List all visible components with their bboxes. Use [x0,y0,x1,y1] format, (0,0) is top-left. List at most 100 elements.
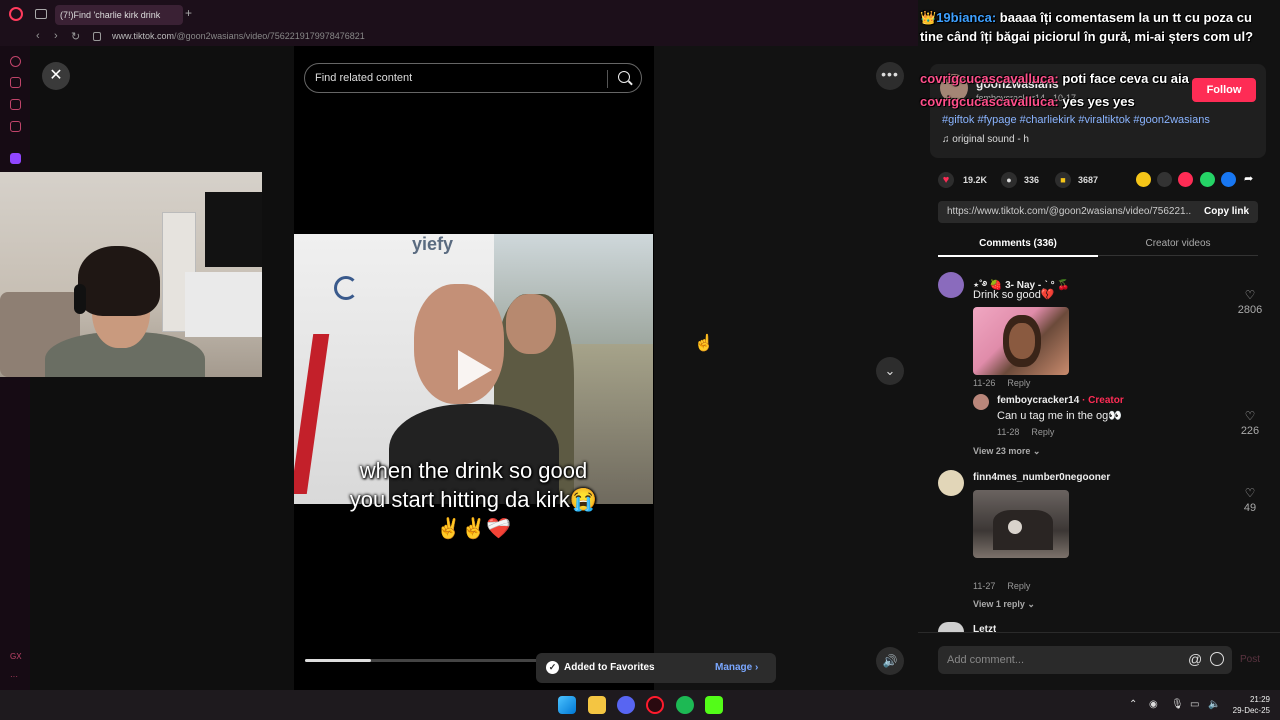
whatsapp-icon[interactable] [1200,172,1215,187]
related-search[interactable]: Find related content [304,63,642,93]
comment-author[interactable]: finn4mes_number0negooner [973,472,1110,483]
microphone-icon[interactable]: 🎙 [1171,699,1184,710]
gx-label[interactable]: GX [10,652,22,661]
spotify-icon[interactable] [676,696,694,714]
avatar[interactable] [938,622,964,632]
send-icon[interactable] [1178,172,1193,187]
save-count: 3687 [1078,175,1099,185]
url-host: www.tiktok.com [112,31,175,41]
comment-author[interactable]: femboycracker14 · Creator [997,395,1124,406]
discord-icon[interactable] [617,696,635,714]
post-sound[interactable]: ♫ original sound - h [942,134,1029,145]
add-comment-input[interactable]: Add comment... [947,654,1024,666]
post-button[interactable]: Post [1240,654,1260,665]
post-hashtags[interactable]: #giftok #fypage #charliekirk #viraltikto… [942,114,1210,126]
clock-date: 29-Dec-25 [1232,706,1270,715]
opera-logo-icon[interactable] [9,7,23,21]
more-icon[interactable]: ··· [10,672,18,681]
chat-line-4: covrigcucascavalluca: yes yes yes [920,94,1135,109]
history-icon[interactable] [10,56,21,67]
caption-emoji: ✌️✌️❤️‍🩹 [436,518,511,540]
comment-image[interactable] [973,490,1069,558]
coin-icon[interactable] [1136,172,1151,187]
heart-outline-icon[interactable]: ♡ [1235,409,1265,423]
mention-icon[interactable]: @ [1188,651,1202,667]
clock-time: 21:29 [1249,695,1270,704]
webcam-feed [0,172,262,377]
chat-line-2: tine când îți băgai piciorul în gură, mi… [920,29,1253,44]
comment-text: Can u tag me in the og👀 [997,410,1122,422]
chat-line-3: covrigcucascavalluca: poti face ceva cu … [920,71,1189,86]
search-input[interactable]: Find related content [315,72,412,84]
heart-outline-icon[interactable]: ♡ [1235,486,1265,500]
copy-link-button[interactable]: Copy link [1204,206,1249,217]
volume-button[interactable]: 🔊 [876,647,904,675]
reply-button[interactable]: Reply [1007,378,1030,388]
avatar[interactable] [938,272,964,298]
windows-taskbar: ⌃ ◉ 🎙 ▭ 🔈 21:29 29-Dec-25 [0,690,1280,720]
forward-icon[interactable]: › [54,30,58,42]
chat-text: poti face ceva cu aia [1062,71,1189,86]
search-divider [607,70,608,88]
video-caption: when the drink so good you start hitting… [294,456,653,514]
next-video-button[interactable]: ⌄ [876,357,904,385]
back-icon[interactable]: ‹ [36,30,40,42]
tab-comments[interactable]: Comments (336) [938,238,1098,249]
lock-icon [93,32,101,41]
tray-discord-icon[interactable]: ◉ [1149,699,1158,710]
turning-point-logo-icon [334,276,358,300]
comment-meta: 11-26 Reply [973,378,1030,388]
url-path: /@goon2wasians/video/7562219179978476821 [174,31,365,41]
comment-image[interactable] [973,307,1069,375]
share-arrow-icon[interactable]: ➦ [1244,172,1253,185]
twitch-icon[interactable] [10,153,21,164]
play-icon[interactable] [458,350,492,390]
comment-like-count: 226 [1240,425,1260,437]
search-icon[interactable] [618,71,630,83]
chat-text: tine când îți băgai piciorul în gură, mi… [920,29,1254,44]
manage-link[interactable]: Manage › [715,662,758,673]
caption-line-2: you start hitting da kirk😭 [349,487,598,512]
tab-creator-videos[interactable]: Creator videos [1098,238,1258,249]
opera-gx-icon[interactable] [646,696,664,714]
emoji-icon[interactable] [1210,652,1224,666]
avatar[interactable] [938,470,964,496]
url-field[interactable]: www.tiktok.com/@goon2wasians/video/75622… [112,31,365,41]
speaker-icon[interactable]: 🔈 [1208,699,1220,710]
tab-title: (7!)Find 'charlie kirk drink [60,10,161,20]
comment-author[interactable]: Letzt [973,624,996,632]
add-comment-field[interactable]: Add comment... @ [938,646,1232,674]
bookmark-icon[interactable]: ■ [1055,172,1071,188]
comment-icon[interactable]: ● [1001,172,1017,188]
more-options-button[interactable]: ••• [876,62,904,90]
windows-start-icon[interactable] [558,696,576,714]
reply-button[interactable]: Reply [1007,581,1030,591]
bag-icon[interactable] [10,77,21,88]
kick-icon[interactable] [705,696,723,714]
comment-meta: 11-27 Reply [973,581,1030,591]
reload-icon[interactable]: ↻ [71,30,80,43]
new-tab-button[interactable]: + [185,6,192,20]
heart-outline-icon[interactable]: ♡ [1235,288,1265,302]
reply-author-name: femboycracker14 [997,395,1080,406]
browser-tab[interactable]: (7!)Find 'charlie kirk drink [55,5,183,25]
close-button[interactable]: ✕ [42,62,70,90]
avatar[interactable] [973,394,989,410]
gamepad-icon[interactable] [10,99,21,110]
view-replies[interactable]: View 1 reply ⌄ [973,599,1035,610]
facebook-icon[interactable] [1221,172,1236,187]
caption-line-1: when the drink so good [359,458,588,483]
follow-button[interactable]: Follow [1192,78,1256,102]
taskbar-clock[interactable]: 21:29 29-Dec-25 [1226,694,1270,716]
network-icon[interactable]: ▭ [1190,699,1199,710]
comment-date: 11-28 [997,427,1020,437]
view-more-replies[interactable]: View 23 more ⌄ [973,446,1040,457]
reply-button[interactable]: Reply [1031,427,1054,437]
embed-icon[interactable] [1157,172,1172,187]
tab-island-icon[interactable] [35,9,47,19]
share-url[interactable]: https://www.tiktok.com/@goon2wasians/vid… [947,206,1192,217]
heart-icon[interactable]: ♥ [938,172,954,188]
messenger-icon[interactable] [10,121,21,132]
tray-chevron-icon[interactable]: ⌃ [1129,699,1137,710]
file-explorer-icon[interactable] [588,696,606,714]
